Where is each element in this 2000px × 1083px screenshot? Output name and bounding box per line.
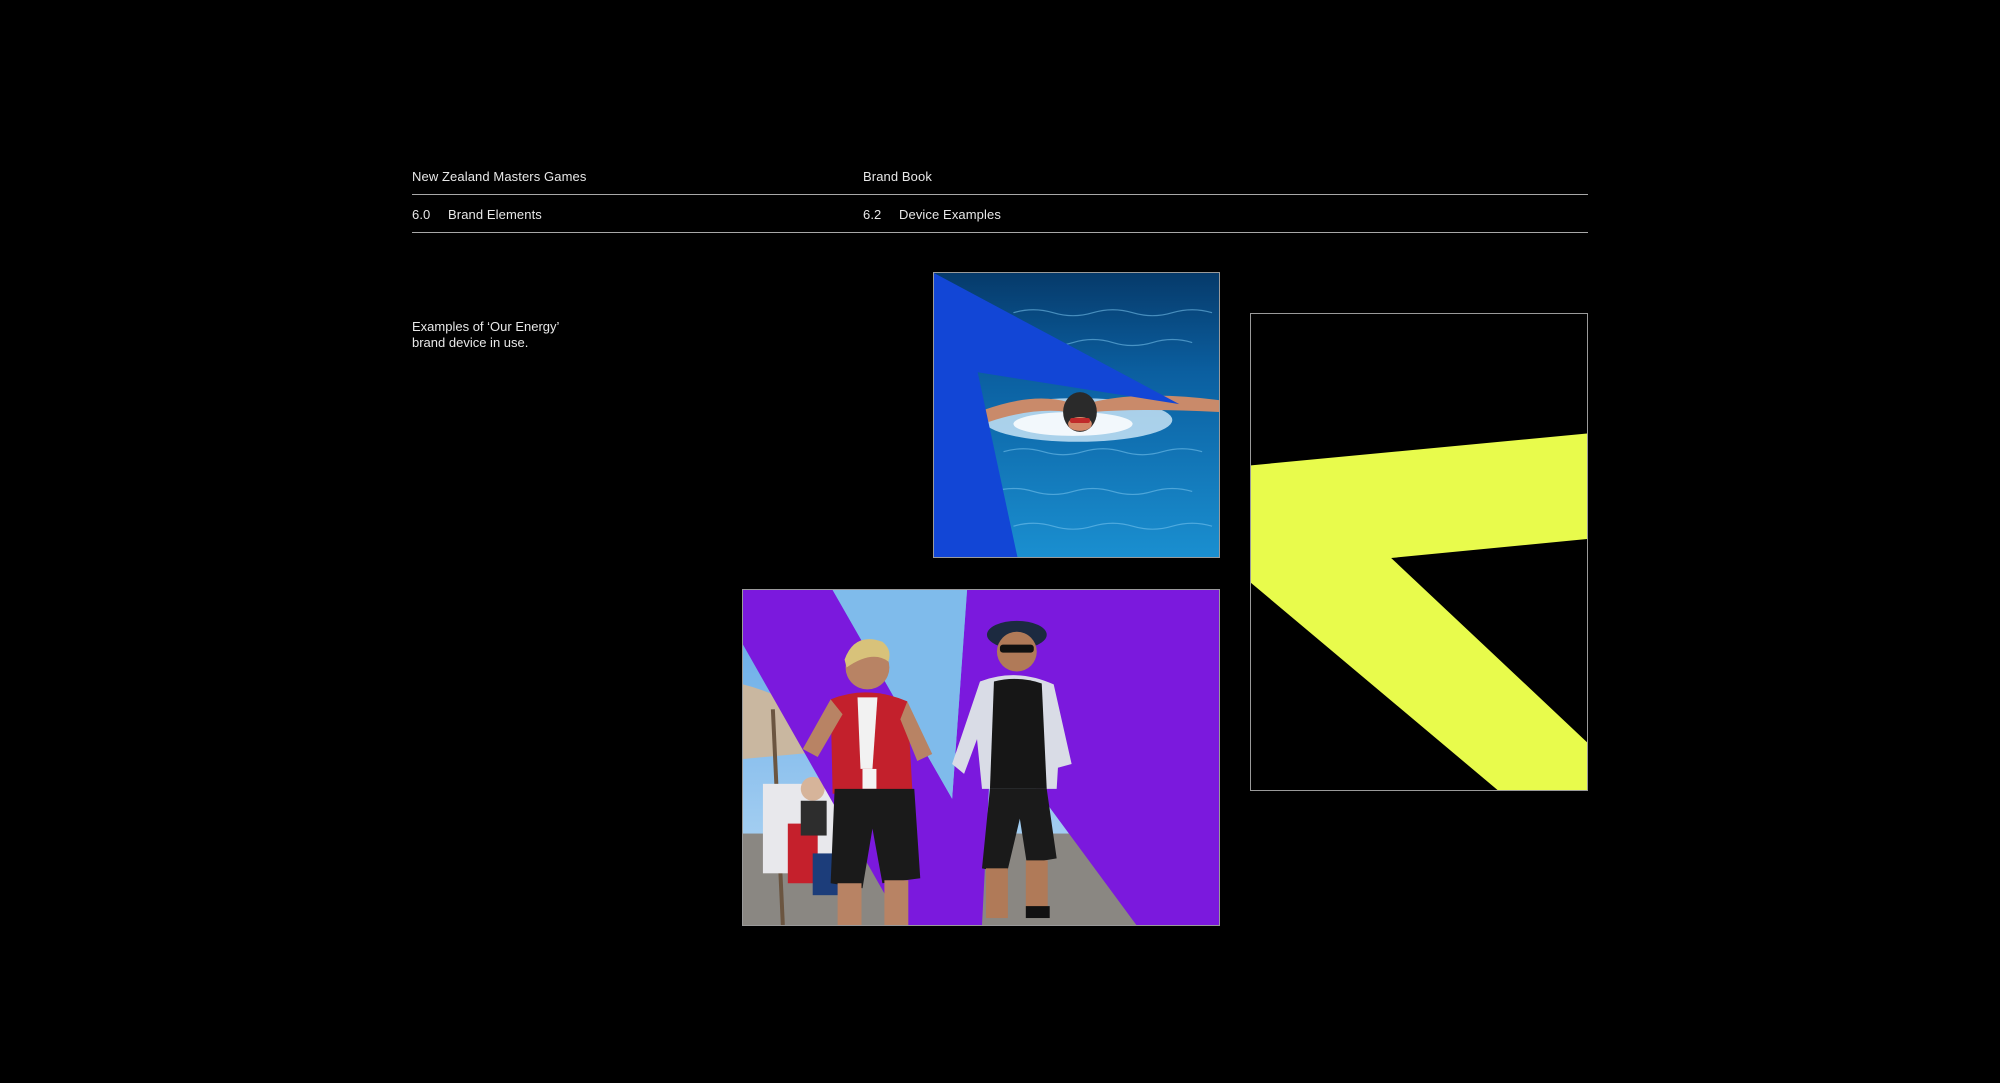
intro-text: Examples of ‘Our Energy’ brand device in… xyxy=(412,319,612,351)
doc-title: Brand Book xyxy=(863,169,932,184)
org-name: New Zealand Masters Games xyxy=(412,169,587,184)
intro-line-1: Examples of ‘Our Energy’ xyxy=(412,319,560,334)
runners-photo xyxy=(742,589,1220,926)
device-graphic xyxy=(1250,313,1588,791)
subsection-title: Device Examples xyxy=(899,207,1001,222)
swimmer-photo-graphic xyxy=(934,273,1219,557)
lime-chevron-device xyxy=(1251,314,1587,790)
intro-line-2: brand device in use. xyxy=(412,335,529,350)
runners-photo-graphic xyxy=(743,590,1219,925)
header-rule-top xyxy=(412,194,1588,195)
subsection-number: 6.2 xyxy=(863,207,882,222)
header-rule-bottom xyxy=(412,232,1588,233)
section-title: Brand Elements xyxy=(448,207,542,222)
swimmer-photo xyxy=(933,272,1220,558)
section-number: 6.0 xyxy=(412,207,431,222)
